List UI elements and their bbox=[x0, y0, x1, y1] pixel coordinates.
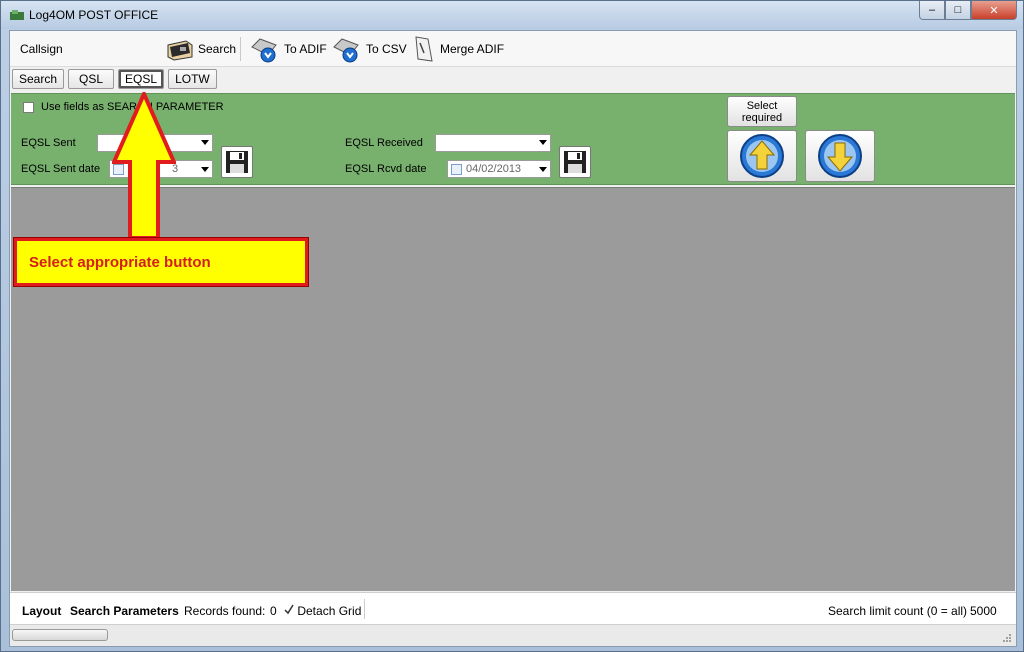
status-separator bbox=[364, 599, 365, 619]
eqsl-rcvd-date-picker[interactable]: 04/02/2013 bbox=[447, 160, 551, 178]
eqsl-received-label: EQSL Received bbox=[345, 137, 423, 149]
scrollbar-thumb[interactable] bbox=[12, 629, 108, 641]
to-csv-button[interactable]: To CSV bbox=[330, 35, 407, 63]
records-found-label: Records found: bbox=[184, 604, 266, 618]
search-limit-value[interactable]: 5000 bbox=[970, 604, 997, 618]
detach-grid-toggle[interactable]: Detach Grid bbox=[284, 604, 361, 618]
eqsl-sent-label: EQSL Sent bbox=[21, 137, 76, 149]
save-rcvd-date-button[interactable] bbox=[559, 146, 591, 178]
merge-adif-label: Merge ADIF bbox=[440, 42, 505, 56]
tab-strip: Search QSL EQSL LOTW bbox=[12, 69, 217, 91]
search-parameters-button[interactable]: Search Parameters bbox=[70, 604, 179, 618]
search-limit-label: Search limit count (0 = all) bbox=[828, 604, 968, 618]
tab-lotw[interactable]: LOTW bbox=[168, 69, 217, 89]
toolbar: Callsign Search To ADIF To CSV Merge ADI… bbox=[10, 31, 1016, 67]
minimize-button[interactable]: – bbox=[919, 1, 945, 20]
down-arrow-icon bbox=[818, 134, 862, 178]
search-button-label: Search bbox=[198, 42, 237, 56]
to-adif-label: To ADIF bbox=[284, 42, 327, 56]
window-title: Log4OM POST OFFICE bbox=[29, 8, 159, 22]
tab-eqsl[interactable]: EQSL bbox=[118, 69, 165, 89]
maximize-button[interactable]: □ bbox=[945, 1, 971, 20]
annotation-arrow-icon bbox=[112, 92, 176, 240]
records-found-value: 0 bbox=[270, 604, 277, 618]
close-button[interactable]: ✕ bbox=[971, 1, 1017, 20]
use-fields-checkbox[interactable] bbox=[23, 102, 34, 113]
calendar-checkbox[interactable] bbox=[451, 164, 462, 175]
up-arrow-icon bbox=[740, 134, 784, 178]
horizontal-scrollbar[interactable] bbox=[10, 624, 1016, 646]
detach-grid-label: Detach Grid bbox=[297, 604, 362, 618]
to-adif-icon bbox=[251, 38, 277, 63]
eqsl-sent-date-label: EQSL Sent date bbox=[21, 163, 101, 175]
chevron-down-icon bbox=[201, 140, 209, 145]
callsign-input[interactable] bbox=[68, 38, 164, 58]
app-icon bbox=[10, 10, 24, 20]
to-csv-label: To CSV bbox=[366, 42, 407, 56]
tab-search[interactable]: Search bbox=[12, 69, 65, 89]
title-bar[interactable]: Log4OM POST OFFICE – □ ✕ bbox=[1, 1, 1023, 29]
check-icon bbox=[284, 604, 294, 615]
layout-button[interactable]: Layout bbox=[22, 604, 61, 618]
merge-adif-button[interactable]: Merge ADIF bbox=[410, 35, 504, 63]
save-sent-date-button[interactable] bbox=[221, 146, 253, 178]
select-required-button[interactable]: Select required bbox=[727, 96, 797, 127]
window-controls: – □ ✕ bbox=[919, 1, 1017, 21]
save-icon bbox=[226, 151, 248, 173]
toolbar-separator bbox=[240, 37, 241, 61]
annotation-text: Select appropriate button bbox=[29, 253, 211, 271]
save-icon bbox=[564, 151, 586, 173]
tab-qsl[interactable]: QSL bbox=[68, 69, 115, 89]
select-required-label: Select required bbox=[741, 99, 783, 124]
eqsl-received-select[interactable] bbox=[435, 134, 551, 152]
move-up-button[interactable] bbox=[727, 130, 797, 182]
eqsl-rcvd-date-value: 04/02/2013 bbox=[466, 163, 522, 175]
search-icon bbox=[167, 40, 193, 61]
to-csv-icon bbox=[333, 38, 359, 63]
chevron-down-icon bbox=[539, 140, 547, 145]
eqsl-rcvd-date-label: EQSL Rcvd date bbox=[345, 163, 427, 175]
merge-adif-icon bbox=[415, 36, 433, 62]
resize-grip-icon[interactable] bbox=[1002, 633, 1012, 643]
callsign-label: Callsign bbox=[20, 42, 63, 56]
search-button[interactable]: Search bbox=[166, 35, 236, 63]
status-bar: Layout Search Parameters Records found: … bbox=[10, 592, 1016, 624]
chevron-down-icon bbox=[539, 167, 547, 172]
annotation-callout: Select appropriate button bbox=[13, 237, 309, 287]
move-down-button[interactable] bbox=[805, 130, 875, 182]
chevron-down-icon bbox=[201, 167, 209, 172]
to-adif-button[interactable]: To ADIF bbox=[248, 35, 327, 63]
